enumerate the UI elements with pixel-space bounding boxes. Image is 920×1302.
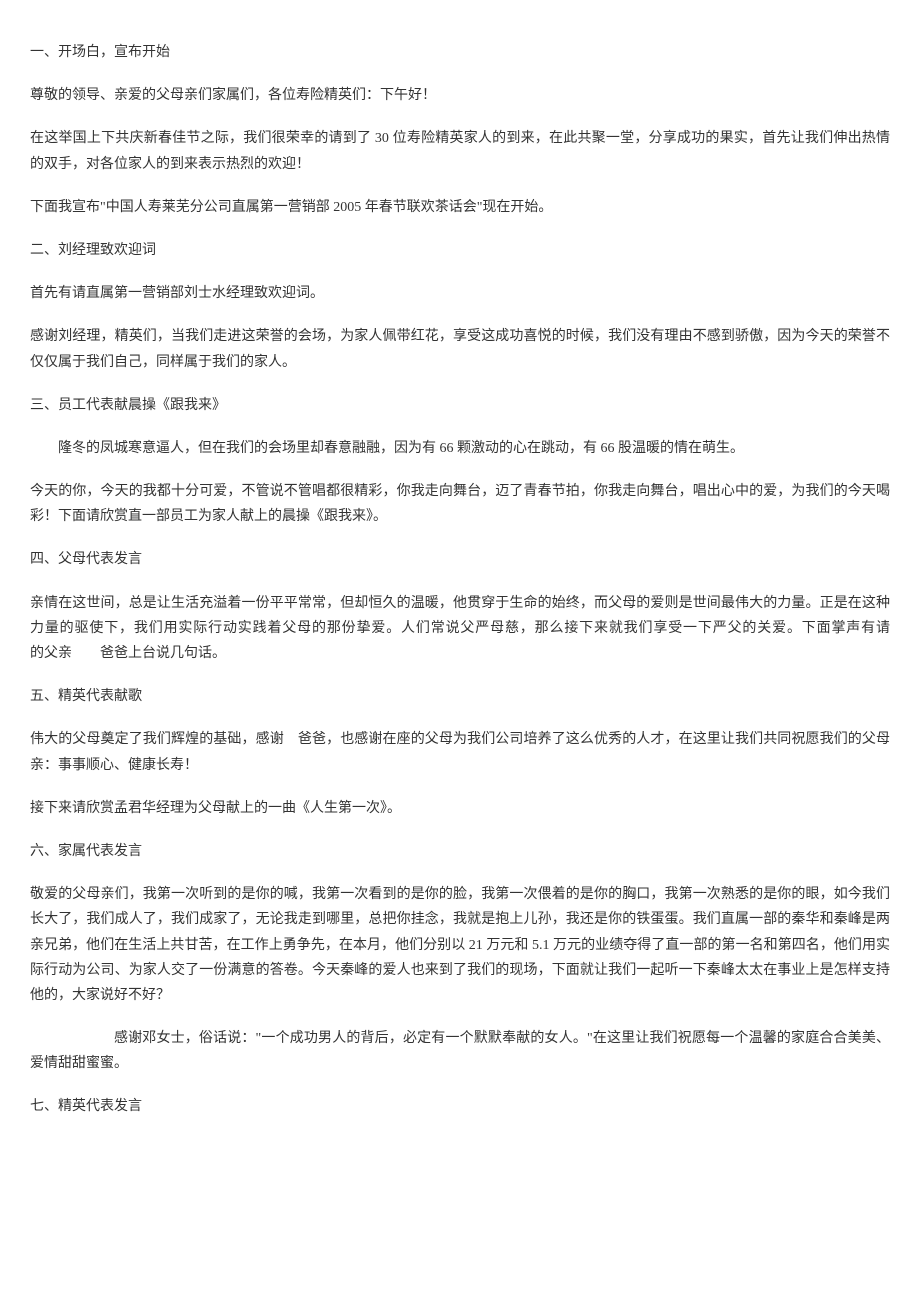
paragraph: 敬爱的父母亲们，我第一次听到的是你的喊，我第一次看到的是你的脸，我第一次偎着的是… (30, 882, 890, 1008)
paragraph: 感谢邓女士，俗话说："一个成功男人的背后，必定有一个默默奉献的女人。"在这里让我… (30, 1026, 890, 1076)
paragraph: 六、家属代表发言 (30, 839, 890, 864)
paragraph: 二、刘经理致欢迎词 (30, 238, 890, 263)
paragraph: 尊敬的领导、亲爱的父母亲们家属们，各位寿险精英们：下午好！ (30, 83, 890, 108)
paragraph: 亲情在这世间，总是让生活充溢着一份平平常常，但却恒久的温暖，他贯穿于生命的始终，… (30, 591, 890, 667)
paragraph: 七、精英代表发言 (30, 1094, 890, 1119)
paragraph: 今天的你，今天的我都十分可爱，不管说不管唱都很精彩，你我走向舞台，迈了青春节拍，… (30, 479, 890, 529)
paragraph: 四、父母代表发言 (30, 547, 890, 572)
paragraph: 隆冬的凤城寒意逼人，但在我们的会场里却春意融融，因为有 66 颗激动的心在跳动，… (30, 436, 890, 461)
paragraph: 三、员工代表献晨操《跟我来》 (30, 393, 890, 418)
paragraph: 一、开场白，宣布开始 (30, 40, 890, 65)
paragraph: 感谢刘经理，精英们，当我们走进这荣誉的会场，为家人佩带红花，享受这成功喜悦的时候… (30, 324, 890, 374)
paragraph: 五、精英代表献歌 (30, 684, 890, 709)
paragraph: 下面我宣布"中国人寿莱芜分公司直属第一营销部 2005 年春节联欢茶话会"现在开… (30, 195, 890, 220)
paragraph: 伟大的父母奠定了我们辉煌的基础，感谢 爸爸，也感谢在座的父母为我们公司培养了这么… (30, 727, 890, 777)
paragraph: 在这举国上下共庆新春佳节之际，我们很荣幸的请到了 30 位寿险精英家人的到来，在… (30, 126, 890, 176)
document-body: 一、开场白，宣布开始尊敬的领导、亲爱的父母亲们家属们，各位寿险精英们：下午好！ 在… (30, 40, 890, 1120)
paragraph: 接下来请欣赏孟君华经理为父母献上的一曲《人生第一次》。 (30, 796, 890, 821)
paragraph: 首先有请直属第一营销部刘士水经理致欢迎词。 (30, 281, 890, 306)
